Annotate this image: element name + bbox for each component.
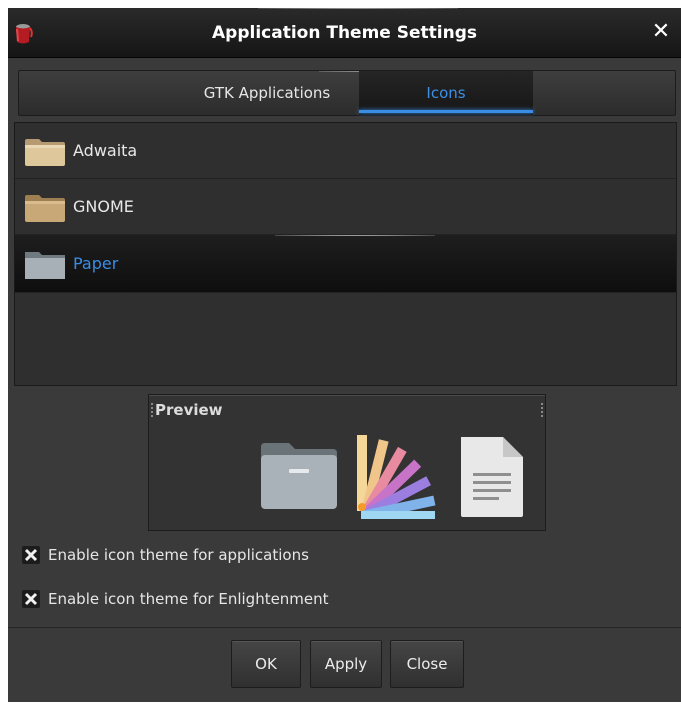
- tab-selected-indicator: [359, 110, 533, 113]
- document-icon: [461, 437, 523, 517]
- window-title: Application Theme Settings: [212, 23, 477, 43]
- list-item-label: GNOME: [73, 197, 134, 216]
- folder-icon: [25, 252, 65, 279]
- tab-icons[interactable]: Icons: [359, 71, 533, 115]
- grip-right: [541, 403, 543, 417]
- ok-button[interactable]: OK: [231, 640, 301, 688]
- tab-label: GTK Applications: [203, 84, 331, 102]
- check-x-icon: [24, 592, 38, 606]
- title-bar[interactable]: Application Theme Settings ✕: [8, 8, 681, 58]
- preview-frame: Preview: [148, 394, 546, 531]
- list-item-paper[interactable]: Paper: [15, 235, 676, 293]
- list-item-adwaita[interactable]: Adwaita: [15, 123, 676, 179]
- enable-icon-theme-apps-checkbox[interactable]: [22, 546, 40, 564]
- close-window-button[interactable]: ✕: [649, 20, 673, 44]
- folder-icon: [25, 139, 65, 166]
- check-x-icon: [24, 548, 38, 562]
- tab-label: Icons: [426, 84, 466, 102]
- apply-button[interactable]: Apply: [310, 640, 382, 688]
- list-item-label: Adwaita: [73, 141, 138, 160]
- color-swatch-icon: [357, 435, 436, 519]
- checkbox-label: Enable icon theme for Enlightenment: [48, 590, 329, 608]
- theme-settings-window: Application Theme Settings ✕ GTK Applica…: [8, 8, 681, 702]
- checkbox-label: Enable icon theme for applications: [48, 546, 309, 564]
- titlebar-glow: [258, 8, 458, 9]
- folder-icon: [25, 195, 65, 222]
- folder-icon: [261, 443, 337, 509]
- enable-icon-theme-enlightenment-checkbox[interactable]: [22, 590, 40, 608]
- selection-glow: [275, 235, 435, 236]
- list-item-gnome[interactable]: GNOME: [15, 179, 676, 235]
- icon-theme-list[interactable]: Adwaita GNOME Paper: [14, 122, 677, 386]
- close-icon: ✕: [651, 19, 671, 44]
- list-item-label: Paper: [73, 254, 119, 273]
- close-button[interactable]: Close: [390, 640, 464, 688]
- tab-gtk-applications[interactable]: GTK Applications: [177, 71, 357, 115]
- tab-bar: GTK Applications Icons: [18, 70, 676, 116]
- footer-divider: [8, 627, 681, 628]
- grip-left: [151, 403, 153, 417]
- preview-title: Preview: [155, 401, 223, 419]
